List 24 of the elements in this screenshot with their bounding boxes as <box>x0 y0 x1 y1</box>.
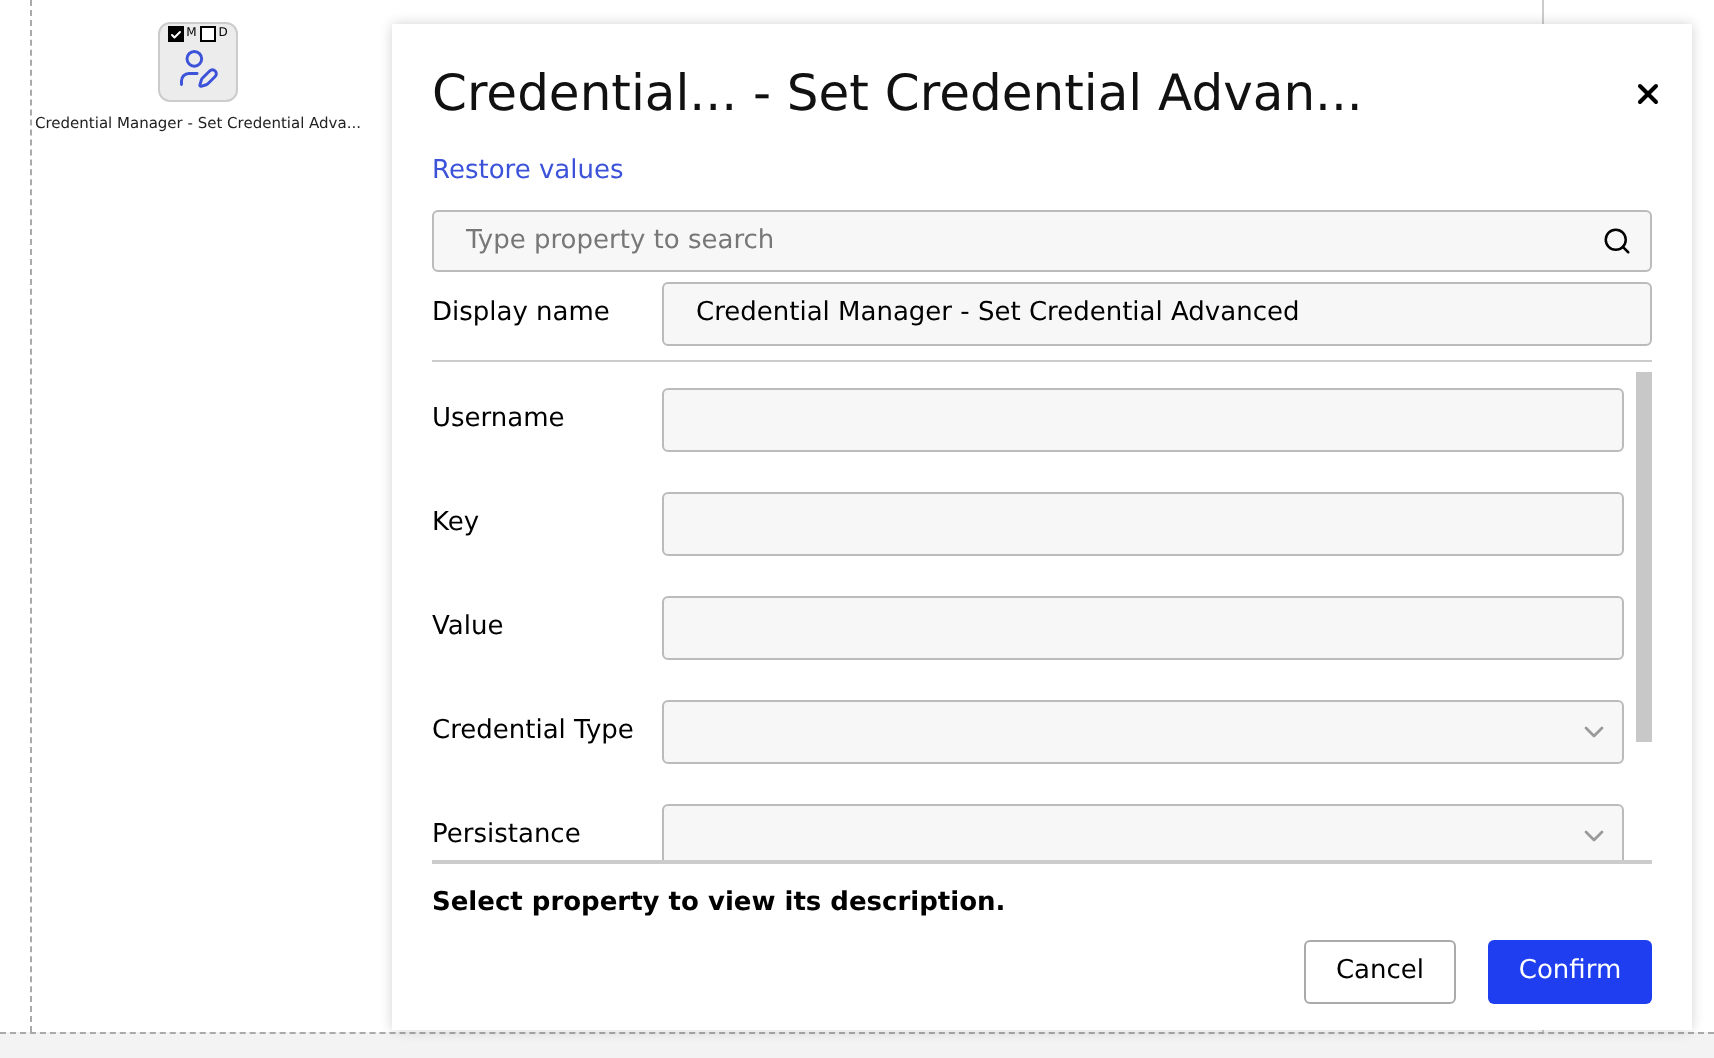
node-checkbox[interactable] <box>168 26 185 42</box>
field-label: Username <box>432 401 567 438</box>
text-field[interactable] <box>662 387 1624 451</box>
dropdown-field[interactable] <box>662 803 1624 859</box>
close-button[interactable] <box>1632 78 1664 110</box>
text-field[interactable] <box>662 595 1624 659</box>
field-label: Persistance <box>432 817 583 854</box>
field-label: Display name <box>432 295 612 332</box>
confirm-button[interactable]: Confirm <box>1488 940 1652 1004</box>
dropdown-field[interactable] <box>662 699 1624 763</box>
text-field[interactable] <box>662 491 1624 555</box>
node-checkbox[interactable] <box>200 26 217 42</box>
restore-values-link[interactable]: Restore values <box>432 152 624 191</box>
search-field[interactable]: Type property to search <box>432 209 1652 271</box>
description-text: Select property to view its description. <box>432 885 1008 921</box>
search-icon[interactable] <box>1602 225 1632 255</box>
dialog-title: Credential... - Set Credential Advan... <box>432 62 1363 126</box>
cancel-button[interactable]: Cancel <box>1304 940 1456 1004</box>
scrollbar[interactable] <box>1636 371 1652 741</box>
field-label: Key <box>432 505 482 542</box>
field-label: Credential Type <box>432 713 636 750</box>
field-label: Value <box>432 609 506 646</box>
user-edit-icon <box>176 46 220 90</box>
display-name-field[interactable]: Credential Manager - Set Credential Advanced <box>662 281 1652 345</box>
